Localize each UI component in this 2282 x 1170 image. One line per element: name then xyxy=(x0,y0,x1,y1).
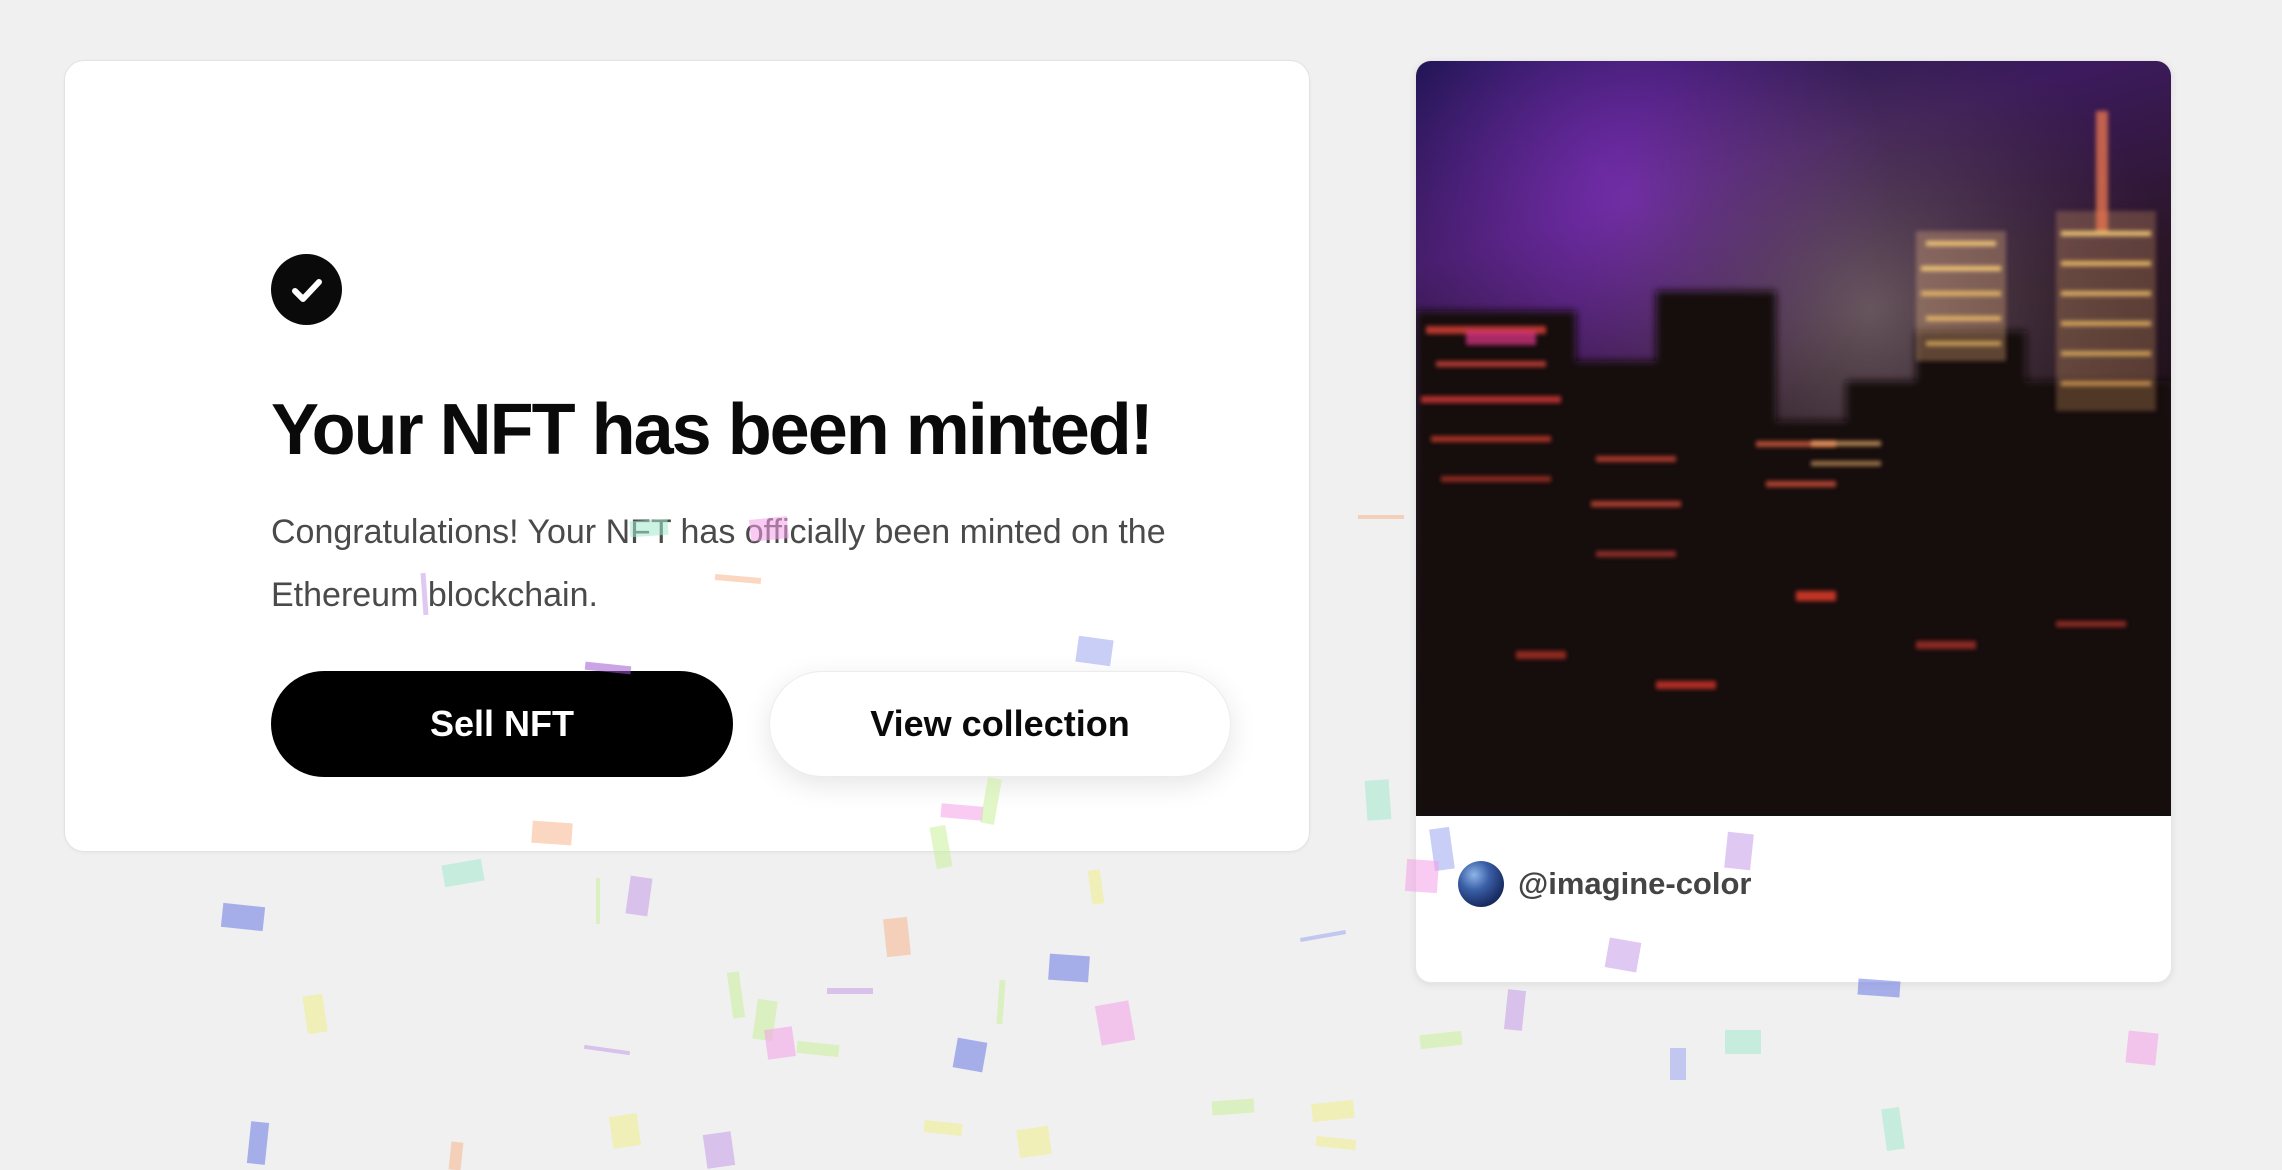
confetti-piece xyxy=(726,971,746,1019)
confetti-piece xyxy=(1419,1030,1463,1050)
confetti-piece xyxy=(1670,1048,1686,1080)
confetti-piece xyxy=(625,875,653,917)
sell-nft-label: Sell NFT xyxy=(429,703,575,744)
confetti-piece xyxy=(796,1040,840,1058)
creator-username: @imagine-color xyxy=(1518,866,1752,901)
mint-success-page: Your NFT has been minted! Congratulation… xyxy=(0,0,2282,1170)
view-collection-label: View collection xyxy=(870,703,1130,744)
nft-preview-card[interactable]: @imagine-color xyxy=(1415,60,2172,983)
confetti-piece xyxy=(702,1131,736,1169)
confetti-piece xyxy=(1087,869,1105,905)
sell-nft-button[interactable]: Sell NFT xyxy=(271,671,733,777)
confetti-piece xyxy=(764,1026,796,1060)
confetti-piece xyxy=(1300,930,1346,942)
confetti-piece xyxy=(448,1141,464,1170)
confetti-piece xyxy=(1048,953,1090,983)
confetti-piece xyxy=(1503,989,1527,1031)
confetti-piece xyxy=(752,998,778,1042)
mint-success-card: Your NFT has been minted! Congratulation… xyxy=(64,60,1310,852)
confetti-piece xyxy=(246,1121,270,1165)
confetti-piece xyxy=(1364,779,1392,821)
confetti-piece xyxy=(441,858,485,888)
avatar xyxy=(1458,861,1504,907)
success-message: Congratulations! Your NFT has officially… xyxy=(271,513,1166,614)
confetti-piece xyxy=(996,979,1006,1025)
confetti-piece xyxy=(1725,1030,1761,1054)
confetti-piece xyxy=(883,916,911,958)
page-title: Your NFT has been minted! xyxy=(271,390,1154,470)
confetti-piece xyxy=(1315,1135,1357,1151)
nft-cityscape-image xyxy=(1416,61,2171,816)
confetti-piece xyxy=(220,902,266,932)
check-circle-icon xyxy=(271,254,342,325)
confetti-piece xyxy=(1881,1106,1905,1152)
confetti-piece xyxy=(952,1037,988,1073)
confetti-piece xyxy=(1358,515,1404,519)
confetti-piece xyxy=(1311,1099,1355,1123)
confetti-piece xyxy=(923,1120,963,1136)
creator-link[interactable]: @imagine-color xyxy=(1458,861,1751,907)
view-collection-button[interactable]: View collection xyxy=(769,671,1231,777)
confetti-piece xyxy=(583,1044,631,1056)
confetti-piece xyxy=(1211,1098,1255,1116)
confetti-piece xyxy=(1016,1125,1052,1159)
confetti-piece xyxy=(1094,1000,1136,1046)
confetti-piece xyxy=(827,988,873,994)
confetti-piece xyxy=(608,1113,642,1149)
confetti-piece xyxy=(596,878,600,924)
confetti-piece xyxy=(2125,1030,2159,1066)
confetti-piece xyxy=(302,993,328,1035)
